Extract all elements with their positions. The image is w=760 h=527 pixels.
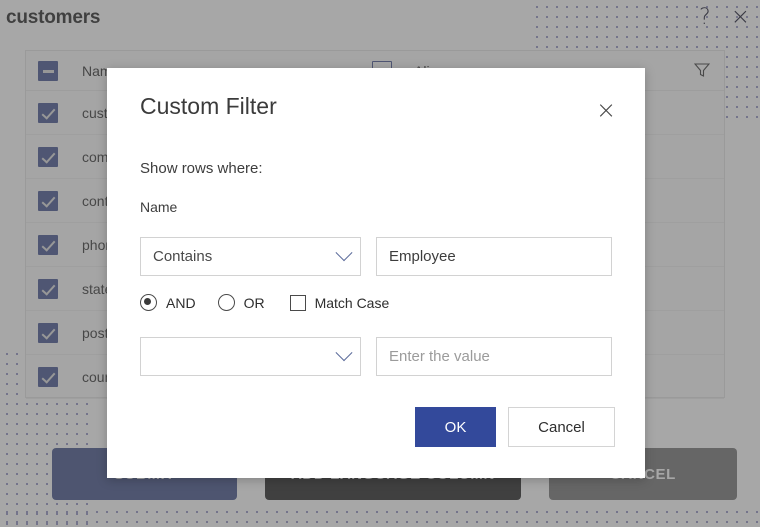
dialog-title: Custom Filter (140, 93, 277, 119)
filter-field-label: Name (140, 199, 178, 215)
radio-and-label: AND (166, 294, 196, 311)
radio-or-label: OR (243, 294, 265, 311)
radio-and[interactable] (140, 294, 157, 311)
show-rows-where-label: Show rows where: (140, 160, 263, 177)
chevron-down-icon (335, 243, 353, 261)
operator-dropdown-2[interactable] (140, 337, 361, 376)
custom-filter-dialog: Custom Filter × Show rows where: Name Co… (107, 68, 645, 478)
app-root: customers Name Alias customer_idcompany_… (0, 0, 760, 527)
help-icon[interactable]: ? (699, 6, 711, 29)
operator-dropdown-1[interactable]: Contains (140, 237, 361, 276)
logic-options-row: AND OR Match Case (140, 294, 389, 311)
match-case-label: Match Case (314, 294, 390, 311)
filter-value-input-1[interactable] (376, 237, 612, 276)
filter-value-input-2[interactable] (376, 337, 612, 376)
dialog-ok-button[interactable]: OK (415, 407, 496, 447)
condition-row-1: Contains (140, 237, 612, 276)
operator-dropdown-1-value: Contains (153, 248, 213, 265)
dialog-close-icon[interactable]: × (593, 97, 619, 123)
match-case-checkbox[interactable] (289, 294, 306, 311)
chevron-down-icon (335, 343, 353, 361)
dialog-action-buttons: OK Cancel (415, 407, 615, 447)
condition-row-2 (140, 337, 612, 376)
window-close-icon[interactable]: × (731, 6, 750, 29)
dialog-cancel-button[interactable]: Cancel (508, 407, 615, 447)
radio-or[interactable] (217, 294, 235, 311)
window-header-icons: ? × (699, 6, 750, 29)
